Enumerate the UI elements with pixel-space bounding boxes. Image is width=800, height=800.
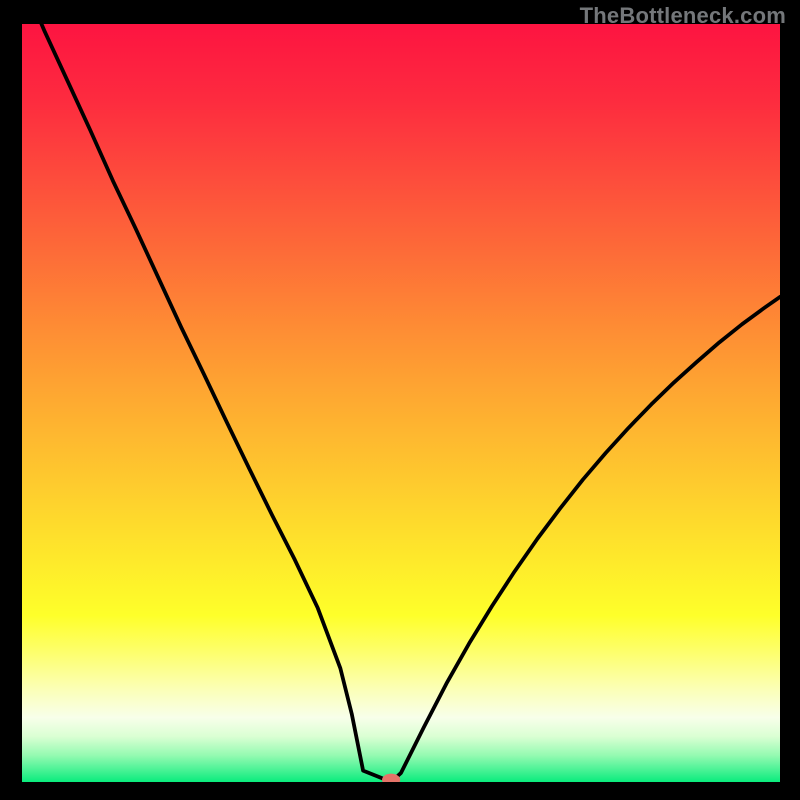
bottleneck-plot [22, 24, 780, 782]
chart-stage: TheBottleneck.com [0, 0, 800, 800]
plot-background [22, 24, 780, 782]
